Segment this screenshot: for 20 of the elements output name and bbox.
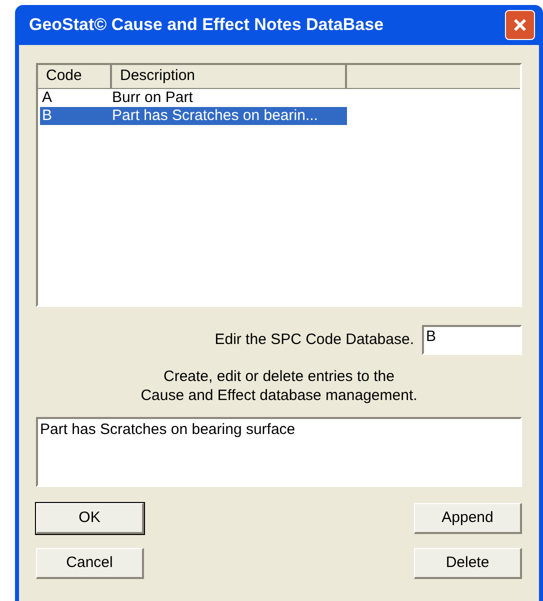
code-field[interactable]: B — [422, 325, 522, 355]
close-icon — [512, 17, 528, 33]
dialog-button[interactable]: Cancel — [36, 548, 144, 579]
dialog-button[interactable]: OK — [36, 503, 144, 534]
dialog-button[interactable]: Append — [414, 503, 522, 534]
info-text: Cause and Effect database management. — [140, 386, 418, 405]
column-header[interactable]: Description — [112, 65, 347, 89]
list-row[interactable]: A Burr on Part — [40, 89, 347, 107]
list-row[interactable]: B Part has Scratches on bearin... — [40, 107, 347, 125]
info-text: Create, edit or delete entries to the — [164, 367, 394, 386]
code-cell-text: A — [41, 88, 54, 108]
dialog-button[interactable]: Delete — [414, 548, 522, 579]
description-cell-text: Part has Scratches on bearin... — [112, 106, 318, 126]
close-button[interactable] — [505, 10, 535, 40]
window-title: GeoStat© Cause and Effect Notes DataBase — [29, 14, 384, 36]
column-header[interactable]: Code — [38, 65, 112, 89]
note-field[interactable]: Part has Scratches on bearing surface — [36, 417, 522, 487]
code-field-label: Edir the SPC Code Database. — [214, 330, 414, 350]
code-cell-text: B — [41, 106, 54, 126]
description-cell-text: Burr on Part — [112, 88, 193, 108]
